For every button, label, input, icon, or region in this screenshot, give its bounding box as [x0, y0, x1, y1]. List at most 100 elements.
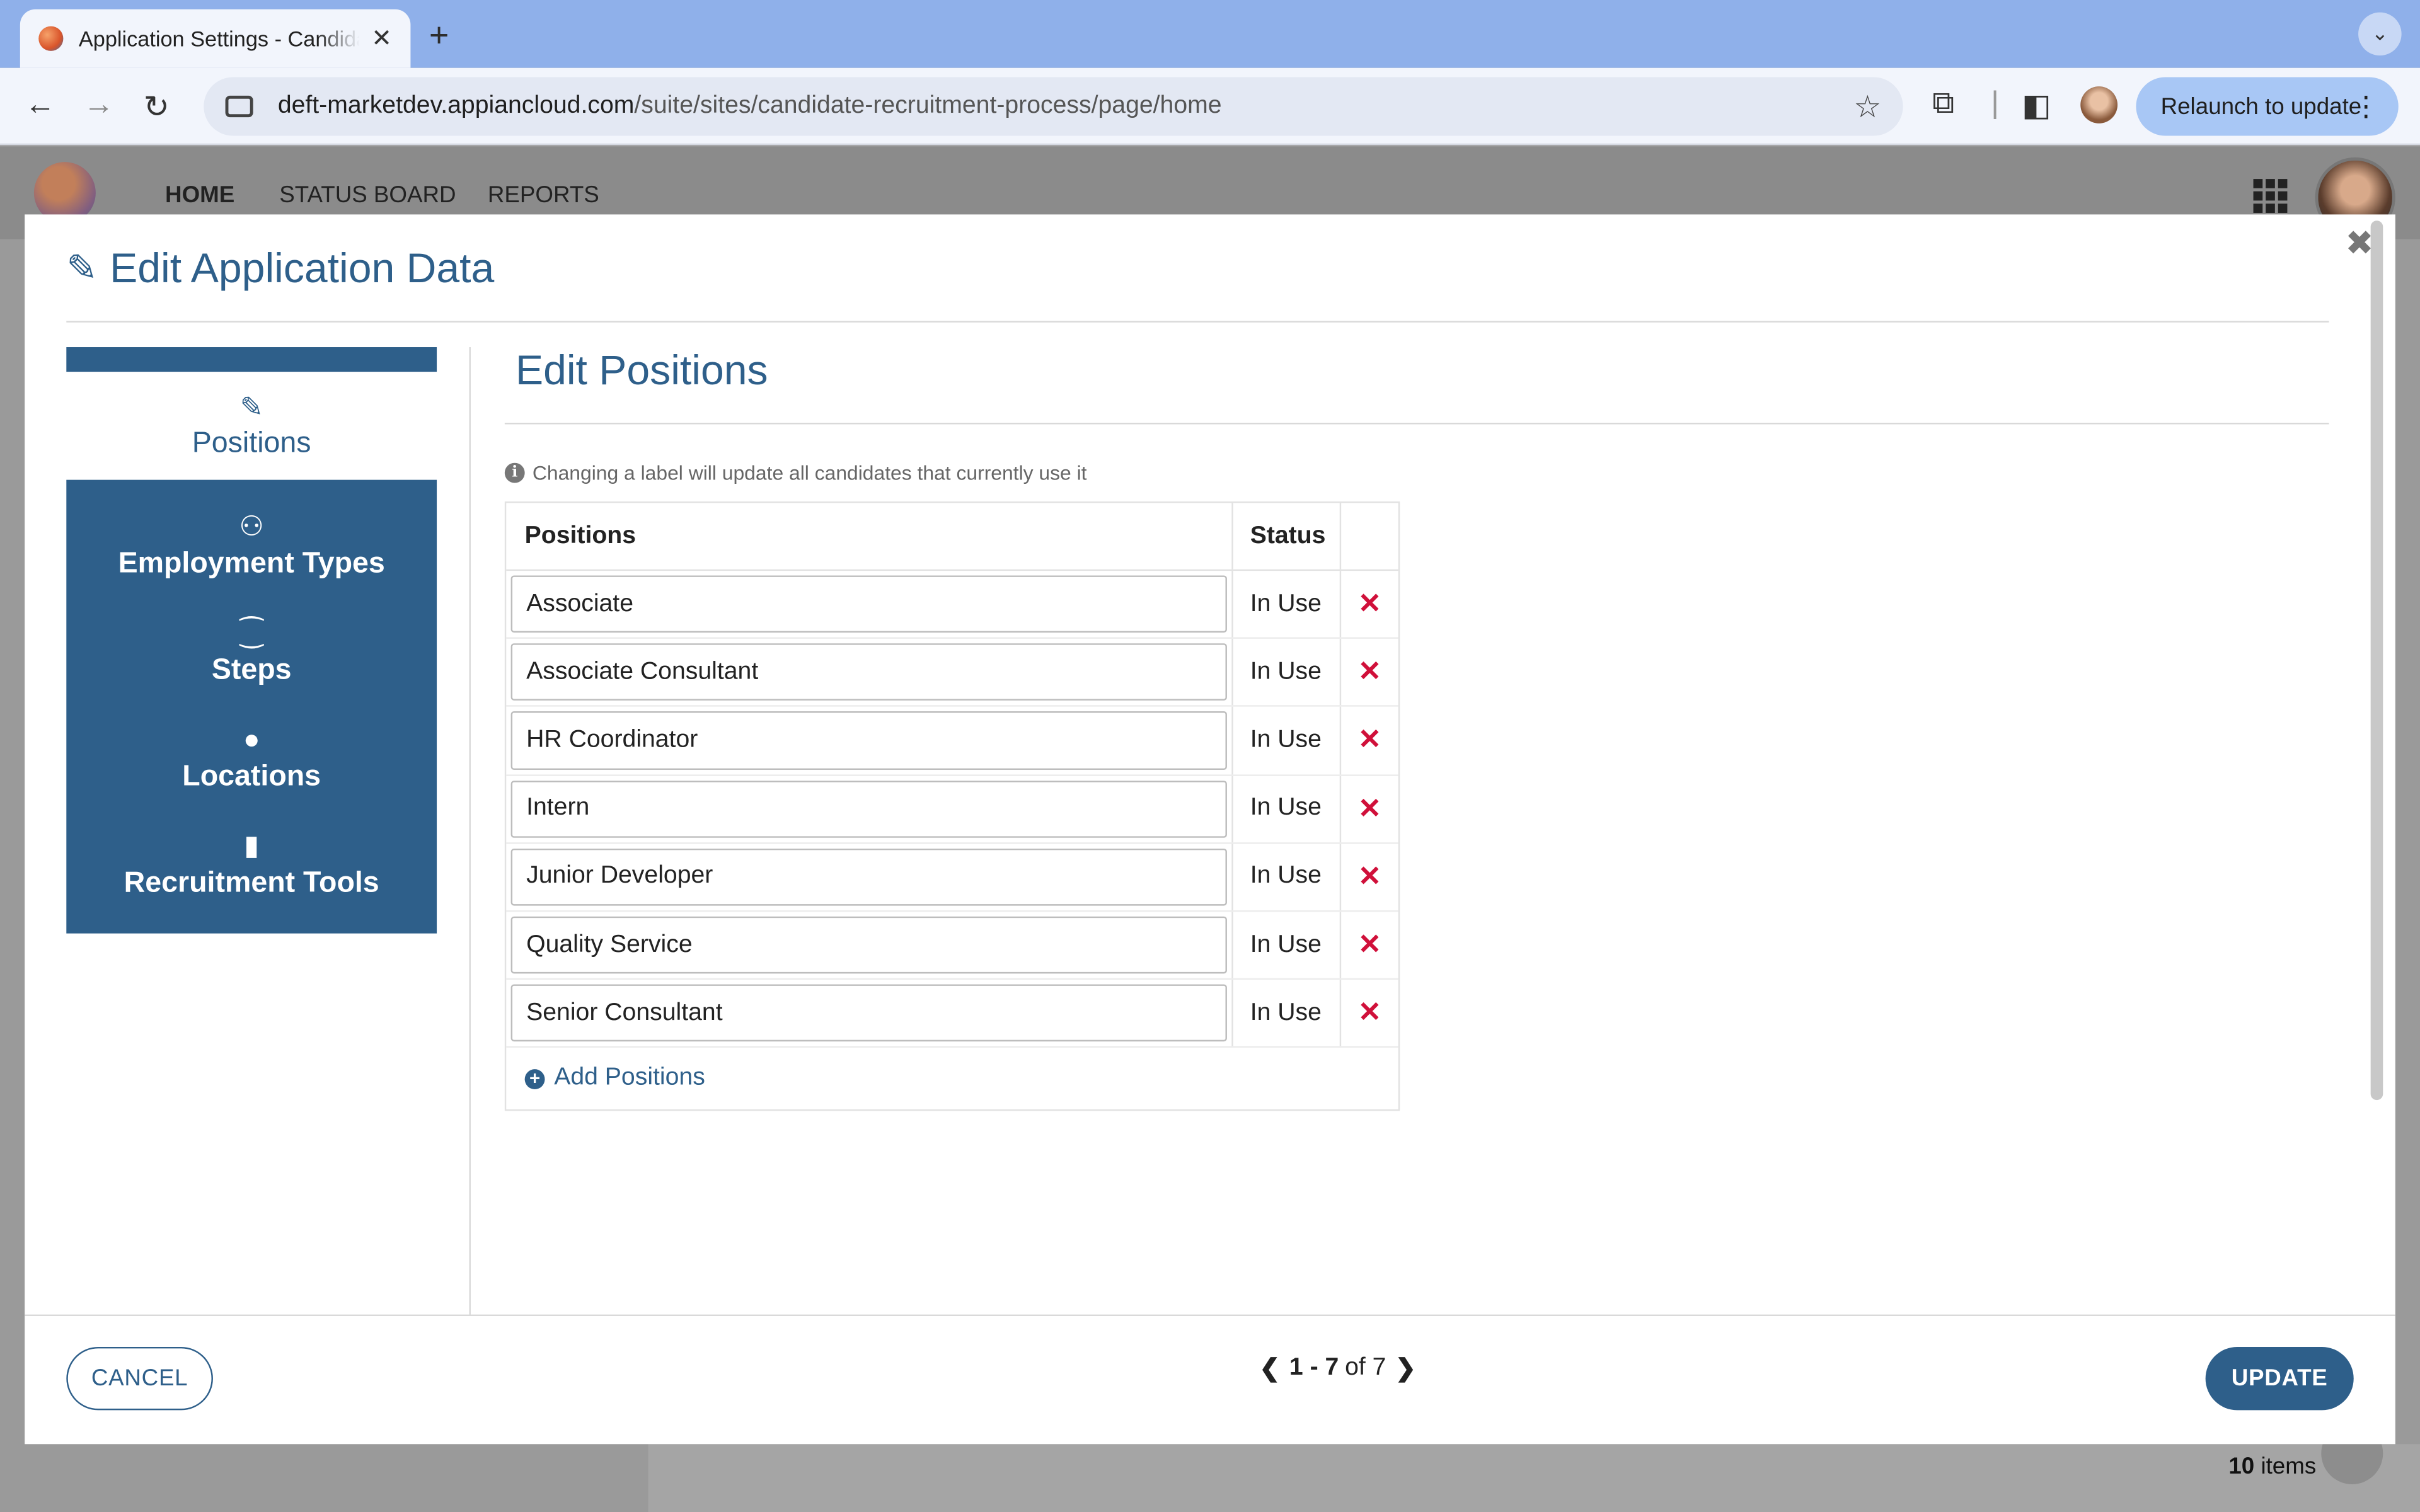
browser-tab[interactable]: Application Settings - Candidate Recruit…	[20, 9, 411, 68]
relaunch-label: Relaunch to update	[2160, 93, 2362, 120]
table-row: Junior Developer In Use ✕	[506, 843, 1398, 912]
chevron-right-icon[interactable]: ❯	[1386, 1353, 1425, 1384]
sidenav-top-bar	[66, 347, 437, 372]
column-header-status: Status	[1233, 503, 1342, 570]
more-menu-icon[interactable]: ⋮	[2352, 90, 2380, 122]
dialog-title-text: Edit Application Data	[110, 245, 495, 292]
cancel-button[interactable]: CANCEL	[66, 1346, 213, 1411]
sidenav-item-recruitment-tools[interactable]: ▮ Recruitment Tools	[66, 811, 437, 918]
nav-reports[interactable]: REPORTS	[488, 182, 599, 209]
position-input[interactable]: Associate Consultant	[510, 643, 1227, 701]
bookmark-star-icon[interactable]: ☆	[1853, 87, 1881, 125]
remove-icon[interactable]: ✕	[1341, 844, 1398, 910]
table-row: Associate Consultant In Use ✕	[506, 639, 1398, 707]
footsteps-icon: ⁐	[240, 616, 263, 648]
dialog-title: ✎ Edit Application Data	[66, 245, 494, 293]
pagination-range: 1 - 7	[1289, 1354, 1339, 1381]
sidenav-item-label: Recruitment Tools	[124, 866, 379, 899]
hint-label: Changing a label will update all candida…	[532, 461, 1087, 484]
divider	[66, 321, 2329, 323]
remove-icon[interactable]: ✕	[1341, 571, 1398, 638]
status-cell: In Use	[1233, 843, 1342, 910]
reload-icon[interactable]: ↻	[144, 88, 170, 127]
items-count-label: items	[2261, 1453, 2317, 1480]
nav-home[interactable]: HOME	[165, 182, 234, 209]
status-cell: In Use	[1233, 980, 1342, 1047]
chevron-left-icon[interactable]: ❮	[1250, 1353, 1289, 1384]
positions-grid: Positions Status Associate In Use ✕ Asso…	[504, 501, 1400, 1112]
side-panel-icon[interactable]: ◧	[2022, 86, 2051, 125]
sidenav-menu: ⚇ Employment Types ⁐ Steps ● Locations ▮…	[66, 479, 437, 934]
column-header-actions	[1341, 503, 1398, 569]
pencil-icon: ✎	[66, 248, 98, 290]
remove-icon[interactable]: ✕	[1341, 980, 1398, 1046]
clipboard-icon: ▮	[244, 829, 260, 861]
position-input[interactable]: Associate	[510, 575, 1227, 633]
sidenav-item-locations[interactable]: ● Locations	[66, 705, 437, 811]
new-tab-icon[interactable]: +	[429, 15, 449, 55]
back-icon[interactable]: ←	[25, 88, 55, 123]
url-text: deft-marketdev.appiancloud.com/suite/sit…	[278, 93, 1854, 120]
position-input[interactable]: Senior Consultant	[510, 984, 1227, 1042]
divider	[504, 423, 2329, 425]
globe-icon: ●	[243, 723, 260, 754]
table-row: Quality Service In Use ✕	[506, 912, 1398, 980]
settings-sidenav: ✎ Positions ⚇ Employment Types ⁐ Steps ●…	[66, 347, 437, 934]
scrollbar[interactable]	[2370, 220, 2383, 1101]
url-host: deft-marketdev.appiancloud.com	[277, 92, 635, 119]
pagination-total: of 7	[1345, 1354, 1386, 1381]
background-panel	[648, 1444, 2420, 1512]
tab-title: Application Settings - Candidate Recruit…	[78, 26, 359, 51]
remove-icon[interactable]: ✕	[1341, 639, 1398, 706]
table-row: HR Coordinator In Use ✕	[506, 707, 1398, 776]
close-icon[interactable]: ✖	[2345, 224, 2373, 264]
column-header-positions: Positions	[506, 503, 1233, 570]
remove-icon[interactable]: ✕	[1341, 912, 1398, 978]
table-row: Intern In Use ✕	[506, 775, 1398, 844]
browser-tab-bar: Application Settings - Candidate Recruit…	[0, 0, 2420, 68]
pencil-icon: ✎	[239, 391, 263, 422]
pagination: ❮ 1 - 7 of 7 ❯	[1250, 1353, 1426, 1384]
url-field[interactable]: deft-marketdev.appiancloud.com/suite/sit…	[204, 77, 1903, 136]
sidenav-item-employment-types[interactable]: ⚇ Employment Types	[66, 492, 437, 598]
extensions-icon[interactable]: ⧉	[1932, 86, 1954, 122]
position-input[interactable]: Junior Developer	[510, 848, 1227, 906]
status-cell: In Use	[1233, 639, 1342, 706]
site-info-icon[interactable]	[225, 95, 253, 118]
position-input[interactable]: HR Coordinator	[510, 711, 1227, 769]
relaunch-button[interactable]: Relaunch to update ⋮	[2136, 77, 2399, 136]
update-button[interactable]: UPDATE	[2205, 1346, 2354, 1411]
tab-search-chevron-icon[interactable]: ⌄	[2358, 12, 2402, 56]
info-icon: i	[504, 462, 525, 483]
items-count-number: 10	[2228, 1453, 2255, 1480]
edit-application-data-dialog: ✖ ✎ Edit Application Data ✎ Positions ⚇ …	[25, 214, 2395, 1445]
hint-text: i Changing a label will update all candi…	[504, 461, 1087, 484]
items-count: 10 items	[2228, 1453, 2316, 1480]
remove-icon[interactable]: ✕	[1341, 707, 1398, 774]
table-row: Associate In Use ✕	[506, 571, 1398, 639]
status-cell: In Use	[1233, 775, 1342, 842]
remove-icon[interactable]: ✕	[1341, 776, 1398, 842]
position-input[interactable]: Intern	[510, 780, 1227, 838]
add-positions-link[interactable]: + Add Positions	[506, 1048, 1398, 1110]
sidenav-item-label: Locations	[182, 760, 321, 793]
url-path: /suite/sites/candidate-recruitment-proce…	[634, 92, 1222, 119]
forward-icon[interactable]: →	[83, 88, 114, 123]
favicon-icon	[38, 26, 64, 51]
position-input[interactable]: Quality Service	[510, 916, 1227, 974]
sidenav-item-positions[interactable]: ✎ Positions	[66, 372, 437, 480]
sidenav-item-label: Steps	[211, 653, 292, 686]
sidenav-item-label: Positions	[192, 427, 311, 459]
section-title: Edit Positions	[515, 347, 768, 394]
footer-divider	[25, 1314, 2395, 1316]
status-cell: In Use	[1233, 707, 1342, 774]
nav-status-board[interactable]: STATUS BOARD	[279, 182, 456, 209]
table-row: Senior Consultant In Use ✕	[506, 980, 1398, 1048]
person-icon: ⚇	[239, 510, 264, 541]
tab-close-icon[interactable]: ✕	[371, 23, 392, 54]
profile-avatar[interactable]	[2080, 86, 2118, 123]
separator: |	[1991, 86, 1999, 121]
add-positions-label: Add Positions	[554, 1065, 705, 1092]
sidenav-item-steps[interactable]: ⁐ Steps	[66, 598, 437, 705]
app-launcher-icon[interactable]	[2253, 179, 2288, 213]
